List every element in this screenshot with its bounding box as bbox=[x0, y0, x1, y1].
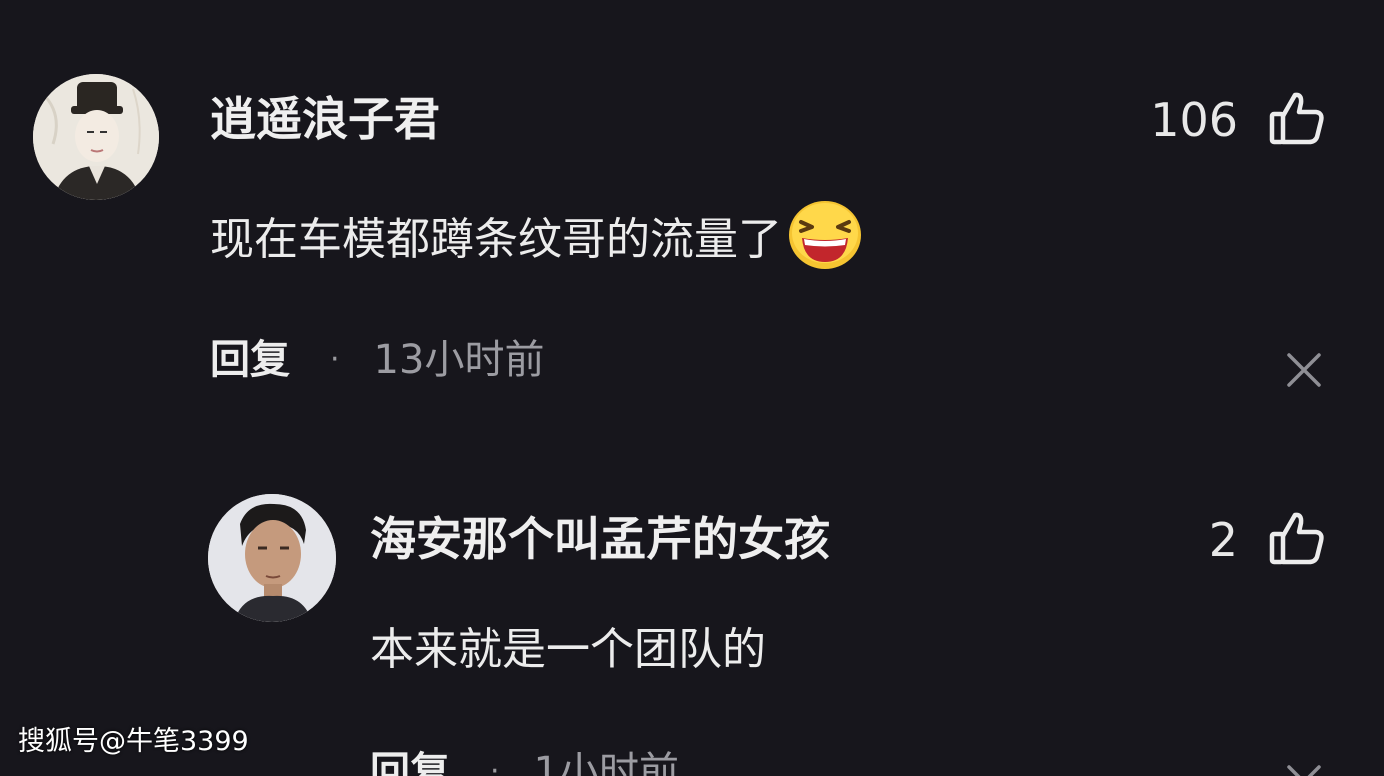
watermark: 搜狐号@牛笔3399 bbox=[18, 726, 249, 757]
separator-dot: · bbox=[490, 754, 500, 776]
reply-row: 回复 · 13小时前 bbox=[210, 340, 544, 380]
avatar-portrait-image bbox=[33, 74, 159, 200]
timestamp: 1小时前 bbox=[533, 749, 679, 776]
comment-text: 现在车模都蹲条纹哥的流量了 bbox=[210, 201, 862, 270]
comment-text: 本来就是一个团队的 bbox=[370, 628, 766, 672]
username[interactable]: 海安那个叫孟芹的女孩 bbox=[370, 516, 830, 562]
avatar[interactable] bbox=[208, 494, 336, 622]
comment-list: 逍遥浪子君 106 现在车模都蹲条纹哥的流量了 回复 · 13小时前 海安那个叫… bbox=[0, 0, 1384, 776]
avatar[interactable] bbox=[33, 74, 159, 200]
thumbs-up-icon[interactable] bbox=[1268, 509, 1326, 567]
like-count: 2 bbox=[1208, 513, 1238, 567]
username[interactable]: 逍遥浪子君 bbox=[210, 96, 440, 142]
comment-body: 本来就是一个团队的 bbox=[370, 624, 766, 675]
reply-button[interactable]: 回复 bbox=[370, 752, 450, 776]
like-count: 106 bbox=[1150, 93, 1238, 147]
separator-dot: · bbox=[330, 342, 340, 377]
timestamp: 13小时前 bbox=[373, 337, 545, 383]
thumbs-up-icon[interactable] bbox=[1268, 89, 1326, 147]
comment-body: 现在车模都蹲条纹哥的流量了 bbox=[210, 214, 782, 265]
reply-row: 回复 · 1小时前 bbox=[370, 752, 679, 776]
close-icon[interactable] bbox=[1284, 762, 1324, 776]
reply-button[interactable]: 回复 bbox=[210, 340, 290, 380]
avatar-portrait-image bbox=[208, 494, 336, 622]
close-icon[interactable] bbox=[1284, 350, 1324, 390]
laughing-emoji-icon bbox=[789, 201, 861, 269]
